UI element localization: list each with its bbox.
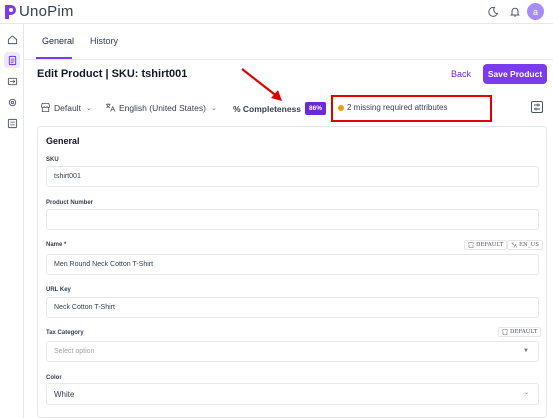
user-avatar[interactable]: a (527, 3, 544, 20)
sku-label: SKU (46, 157, 59, 163)
sku-input[interactable]: tshirt001 (46, 166, 539, 187)
url-key-input[interactable]: Neck Cotton T-Shirt (46, 297, 539, 318)
general-section-card: General SKU tshirt001 Product Number Nam… (37, 126, 547, 418)
tax-category-channel-chip: DEFAULT (498, 327, 542, 337)
tab-general[interactable]: General (42, 36, 74, 46)
active-tab-indicator (36, 57, 72, 59)
name-channel-chip: DEFAULT (464, 240, 508, 250)
section-title: General (46, 136, 80, 146)
store-icon (468, 242, 474, 248)
completeness-badge: 86% (305, 102, 326, 115)
store-icon (502, 329, 508, 335)
product-number-input[interactable] (46, 209, 539, 230)
sidebar (0, 24, 24, 418)
annotation-arrow-icon (241, 68, 282, 101)
name-input[interactable]: Men Round Neck Cotton T-Shirt (46, 254, 539, 275)
color-label: Color (46, 375, 62, 381)
chevron-down-icon: ⌄ (85, 104, 92, 112)
tax-category-select[interactable]: Select option ▼ (46, 341, 539, 362)
url-key-label: URL Key (46, 287, 71, 293)
locale-label: English (United States) (119, 102, 206, 113)
logo-mark-icon (5, 4, 16, 19)
tax-category-chip-label: DEFAULT (510, 329, 538, 335)
save-product-button[interactable]: Save Product (483, 64, 547, 84)
data-transfer-icon[interactable] (4, 73, 20, 89)
dropdown-caret-icon: ▼ (523, 348, 529, 354)
chevron-down-icon: ⌄ (210, 104, 217, 112)
annotation-highlight-box (331, 95, 492, 122)
tab-bar: General History (24, 24, 553, 60)
channel-switcher[interactable]: Default ⌄ (40, 102, 92, 113)
bell-icon[interactable] (507, 4, 523, 20)
dashboard-icon[interactable] (4, 31, 20, 47)
translate-icon (105, 103, 116, 112)
logo[interactable]: UnoPim (3, 3, 74, 20)
settings-icon[interactable] (4, 94, 20, 110)
configuration-icon[interactable] (4, 115, 20, 131)
name-label: Name * (46, 242, 67, 248)
color-value: White (54, 389, 75, 399)
top-bar: UnoPim a (0, 0, 553, 24)
app-name: UnoPim (19, 3, 74, 20)
tax-category-label: Tax Category (46, 330, 84, 336)
moon-icon[interactable] (485, 4, 501, 20)
store-icon (40, 102, 51, 113)
name-locale-chip: EN_US (507, 240, 543, 250)
app-root: UnoPim a General History Edit Product | … (0, 0, 553, 418)
chevron-down-icon: ⌄ (523, 390, 529, 396)
sliders-icon[interactable] (530, 100, 544, 114)
back-link[interactable]: Back (451, 69, 471, 79)
product-number-label: Product Number (46, 200, 94, 206)
color-select[interactable]: White ⌄ (46, 383, 539, 405)
channel-label: Default (54, 102, 81, 113)
page-title: Edit Product | SKU: tshirt001 (37, 68, 188, 80)
name-locale-chip-label: EN_US (519, 242, 539, 248)
name-channel-chip-label: DEFAULT (476, 242, 504, 248)
catalog-icon[interactable] (4, 52, 20, 68)
tax-category-placeholder: Select option (54, 348, 95, 355)
locale-switcher[interactable]: English (United States) ⌄ (105, 102, 217, 113)
tab-history[interactable]: History (90, 36, 118, 46)
translate-icon (511, 242, 517, 248)
